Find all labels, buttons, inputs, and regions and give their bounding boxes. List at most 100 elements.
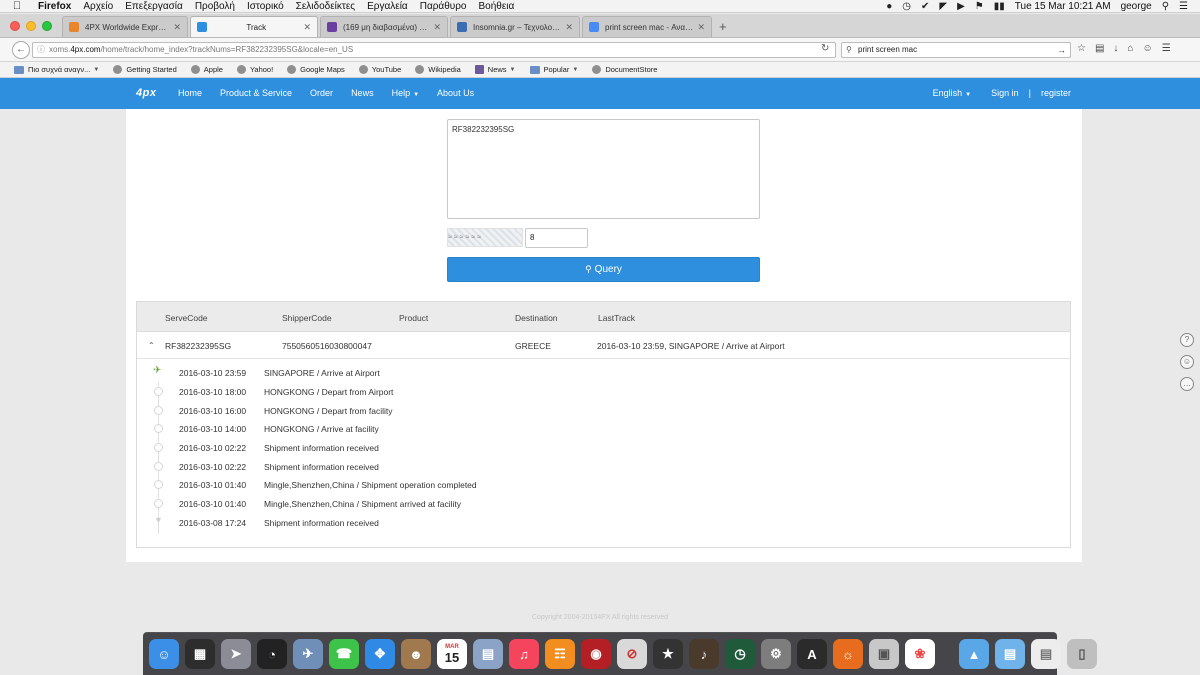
clock-icon[interactable]: ◷: [902, 1, 911, 12]
customer-service-icon[interactable]: ☺: [1180, 355, 1194, 369]
facetime-icon[interactable]: ☎: [329, 639, 359, 669]
downloads-icon[interactable]: ↓: [1113, 43, 1118, 54]
prohibited-icon[interactable]: ⊘: [617, 639, 647, 669]
site-info-icon[interactable]: ⓘ: [37, 43, 45, 57]
nav-news[interactable]: News: [351, 88, 374, 98]
wifi-icon[interactable]: ◤: [939, 1, 947, 12]
imovie-icon[interactable]: ★: [653, 639, 683, 669]
document-icon[interactable]: ▤: [1031, 639, 1061, 669]
menubar-user[interactable]: george: [1121, 1, 1152, 12]
bookmark-google-maps[interactable]: Google Maps: [287, 65, 345, 74]
zoom-window-button[interactable]: [42, 21, 52, 31]
new-tab-icon[interactable]: +: [719, 19, 727, 34]
chat-bubble-icon[interactable]: …: [1180, 377, 1194, 391]
applications-folder-icon[interactable]: ▲: [959, 639, 989, 669]
bluetooth-icon[interactable]: ✔: [921, 1, 929, 12]
firefox-icon[interactable]: ☼: [833, 639, 863, 669]
menu-window[interactable]: Παράθυρο: [420, 1, 467, 12]
bookmark-youtube[interactable]: YouTube: [358, 65, 401, 74]
menu-help[interactable]: Βοήθεια: [478, 1, 514, 12]
minimize-window-button[interactable]: [26, 21, 36, 31]
menu-edit[interactable]: Επεξεργασία: [125, 1, 183, 12]
close-tab-icon[interactable]: ✕: [303, 22, 311, 33]
bookmark-popular[interactable]: Popular ▼: [529, 65, 578, 74]
safari-icon[interactable]: ✥: [365, 639, 395, 669]
nav-help[interactable]: Help ▼: [392, 88, 419, 98]
tab-insomnia[interactable]: Insomnia.gr – Τεχνολογία, ... ✕: [450, 16, 580, 37]
bookmark-getting-started[interactable]: Getting Started: [113, 65, 177, 74]
volume-icon[interactable]: ▶: [957, 1, 965, 12]
bookmark-apple[interactable]: Apple: [190, 65, 223, 74]
reload-icon[interactable]: ↻: [821, 43, 829, 54]
captcha-image[interactable]: ≈≈≈≈≈≈: [447, 228, 523, 247]
notification-center-icon[interactable]: ☰: [1179, 1, 1188, 12]
bookmark-documentstore[interactable]: DocumentStore: [592, 65, 657, 74]
query-button[interactable]: ⚲ Query: [447, 257, 760, 282]
image-capture-icon[interactable]: ▣: [869, 639, 899, 669]
bookmark-most-visited[interactable]: Πιο συχνά αναγν... ▼: [14, 65, 99, 74]
tab-google-search[interactable]: print screen mac - Αναζήτη... ✕: [582, 16, 712, 37]
language-selector[interactable]: English ▼: [933, 88, 971, 98]
nav-order[interactable]: Order: [310, 88, 333, 98]
bookmark-star-icon[interactable]: ☆: [1077, 43, 1086, 54]
system-preferences-icon[interactable]: ⚙: [761, 639, 791, 669]
reading-list-icon[interactable]: ▤: [1095, 43, 1104, 54]
trash-icon[interactable]: ▯: [1067, 639, 1097, 669]
itunes-icon[interactable]: ♫: [509, 639, 539, 669]
close-tab-icon[interactable]: ✕: [173, 22, 181, 33]
search-bar[interactable]: ⚲ print screen mac →: [841, 42, 1071, 58]
font-app-icon[interactable]: A: [797, 639, 827, 669]
menu-hamburger-icon[interactable]: ☰: [1162, 43, 1171, 54]
menu-view[interactable]: Προβολή: [195, 1, 235, 12]
bookmark-wikipedia[interactable]: Wikipedia: [415, 65, 461, 74]
dashboard-icon[interactable]: ▦: [185, 639, 215, 669]
bookmark-news[interactable]: News ▼: [474, 65, 516, 74]
finder-icon[interactable]: ☺: [149, 639, 179, 669]
preview-icon[interactable]: ✈: [293, 639, 323, 669]
close-tab-icon[interactable]: ✕: [433, 22, 441, 33]
tab-track[interactable]: Track ✕: [190, 16, 318, 37]
garageband-icon[interactable]: ♪: [689, 639, 719, 669]
nav-home[interactable]: Home: [178, 88, 202, 98]
documents-folder-icon[interactable]: ▤: [995, 639, 1025, 669]
nav-about-us[interactable]: About Us: [437, 88, 474, 98]
activity-monitor-icon[interactable]: ◔: [257, 639, 287, 669]
tab-mail[interactable]: (169 μη διαβασμένα) - j_gr... ✕: [320, 16, 448, 37]
table-row[interactable]: ⌃ RF382232395SG 7550560516030800047 GREE…: [137, 332, 1070, 359]
help-question-icon[interactable]: ?: [1180, 333, 1194, 347]
tab-4px-worldwide[interactable]: 4PX Worldwide Express ✕: [62, 16, 188, 37]
calendar-icon[interactable]: MAR 15: [437, 639, 467, 669]
close-tab-icon[interactable]: ✕: [565, 22, 573, 33]
launchpad-icon[interactable]: ➤: [221, 639, 251, 669]
signin-link[interactable]: Sign in: [991, 88, 1019, 98]
tracking-numbers-textarea[interactable]: RF382232395SG: [447, 119, 760, 219]
contacts-icon[interactable]: ☻: [401, 639, 431, 669]
back-button[interactable]: ←: [12, 41, 30, 59]
site-logo[interactable]: 4px: [136, 87, 156, 99]
close-window-button[interactable]: [10, 21, 20, 31]
register-link[interactable]: register: [1041, 88, 1071, 98]
spotlight-search-icon[interactable]: ⚲: [1162, 1, 1169, 12]
photos-icon[interactable]: ▤: [473, 639, 503, 669]
nav-product-service[interactable]: Product & Service: [220, 88, 292, 98]
battery-icon[interactable]: ▮▮: [994, 1, 1005, 12]
menu-bookmarks[interactable]: Σελιδοδείκτες: [296, 1, 355, 12]
chevron-up-icon[interactable]: ⌃: [148, 341, 155, 350]
tunnel-icon[interactable]: ●: [886, 1, 892, 12]
pinwheel-icon[interactable]: ❀: [905, 639, 935, 669]
search-go-icon[interactable]: →: [1057, 43, 1066, 57]
apple-menu-icon[interactable]: : [10, 0, 24, 12]
time-machine-icon[interactable]: ◷: [725, 639, 755, 669]
chat-icon[interactable]: ☺: [1142, 43, 1152, 54]
bookmark-yahoo[interactable]: Yahoo!: [236, 65, 273, 74]
menubar-clock[interactable]: Tue 15 Mar 10:21 AM: [1015, 1, 1111, 12]
captcha-input[interactable]: 8: [525, 228, 588, 248]
menu-firefox[interactable]: Firefox: [38, 1, 71, 12]
ibooks-icon[interactable]: ☶: [545, 639, 575, 669]
menu-file[interactable]: Αρχείο: [83, 1, 113, 12]
url-bar[interactable]: ⓘ xoms.4px.com/home/track/home_index?tra…: [32, 42, 836, 58]
flag-icon[interactable]: ⚑: [975, 1, 984, 12]
home-icon[interactable]: ⌂: [1127, 43, 1133, 54]
photo-booth-icon[interactable]: ◉: [581, 639, 611, 669]
close-tab-icon[interactable]: ✕: [697, 22, 705, 33]
